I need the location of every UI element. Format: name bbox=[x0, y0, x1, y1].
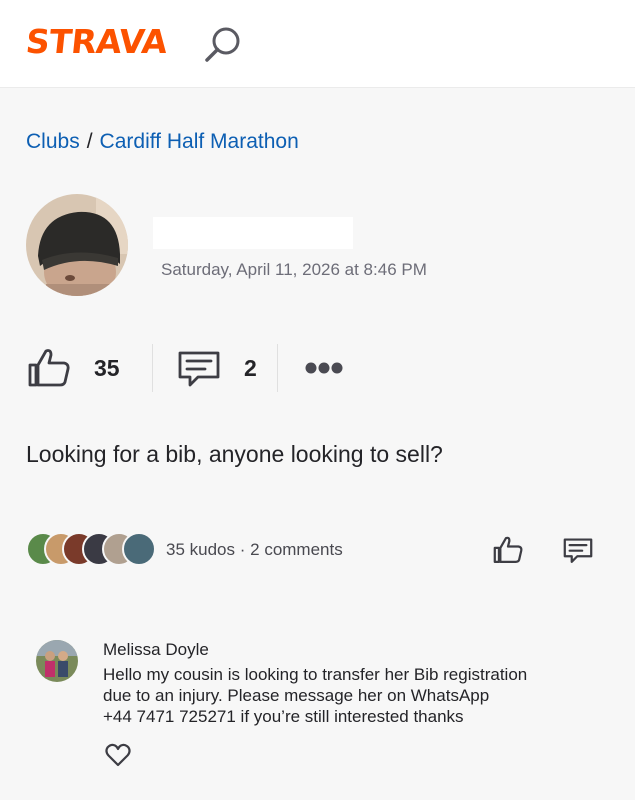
thumbs-up-icon bbox=[493, 536, 523, 563]
heart-icon bbox=[105, 743, 131, 767]
engagement-row: 35 kudos · 2 comments bbox=[26, 528, 606, 572]
comment-icon bbox=[563, 538, 593, 563]
kudos-button[interactable]: 35 bbox=[26, 340, 120, 396]
comment-line: +44 7471 725271 if you’re still interest… bbox=[103, 707, 464, 726]
comment-line: due to an injury. Please message her on … bbox=[103, 686, 490, 705]
post-timestamp: Saturday, April 11, 2026 at 8:46 PM bbox=[161, 260, 427, 279]
kudos-count: 35 bbox=[94, 354, 120, 381]
comment-line: Hello my cousin is looking to transfer h… bbox=[103, 665, 528, 684]
strava-logo[interactable]: STRAVA bbox=[24, 22, 169, 61]
author-avatar[interactable] bbox=[26, 194, 128, 296]
commenter-name[interactable]: Melissa Doyle bbox=[103, 638, 209, 662]
action-divider bbox=[152, 344, 153, 392]
breadcrumb-club-link[interactable]: Cardiff Half Marathon bbox=[100, 130, 299, 153]
kudo-avatars[interactable] bbox=[26, 532, 161, 568]
like-comment-button[interactable] bbox=[104, 741, 132, 769]
breadcrumb-clubs-link[interactable]: Clubs bbox=[26, 130, 80, 153]
thumbs-up-icon bbox=[28, 349, 70, 387]
author-name[interactable] bbox=[153, 217, 353, 249]
add-comment-button[interactable] bbox=[562, 534, 594, 566]
summary-separator: · bbox=[239, 540, 246, 559]
search-icon bbox=[205, 27, 240, 62]
comment-count: 2 bbox=[244, 354, 257, 381]
post-body: Looking for a bib, anyone looking to sel… bbox=[26, 441, 443, 467]
engagement-summary: 35 kudos · 2 comments bbox=[166, 538, 343, 562]
top-bar: STRAVA bbox=[0, 0, 635, 88]
more-dots-icon bbox=[305, 362, 343, 374]
author-avatar-image bbox=[26, 194, 128, 296]
kudos-link[interactable]: 35 kudos bbox=[166, 540, 235, 559]
commenter-avatar[interactable] bbox=[36, 640, 78, 682]
post-action-bar: 35 2 bbox=[26, 340, 426, 396]
comment-text: Hello my cousin is looking to transfer h… bbox=[103, 664, 603, 727]
breadcrumb-separator: / bbox=[86, 130, 93, 153]
comments-link[interactable]: 2 comments bbox=[250, 540, 343, 559]
kudo-avatar bbox=[122, 532, 156, 566]
search-button[interactable] bbox=[200, 22, 246, 68]
commenter-avatar-image bbox=[36, 640, 78, 682]
breadcrumb: Clubs / Cardiff Half Marathon bbox=[26, 128, 299, 156]
more-options-button[interactable] bbox=[302, 340, 346, 396]
comment-icon bbox=[178, 351, 220, 387]
give-kudos-button[interactable] bbox=[492, 534, 524, 566]
action-divider bbox=[277, 344, 278, 392]
comment-button[interactable]: 2 bbox=[176, 340, 257, 396]
